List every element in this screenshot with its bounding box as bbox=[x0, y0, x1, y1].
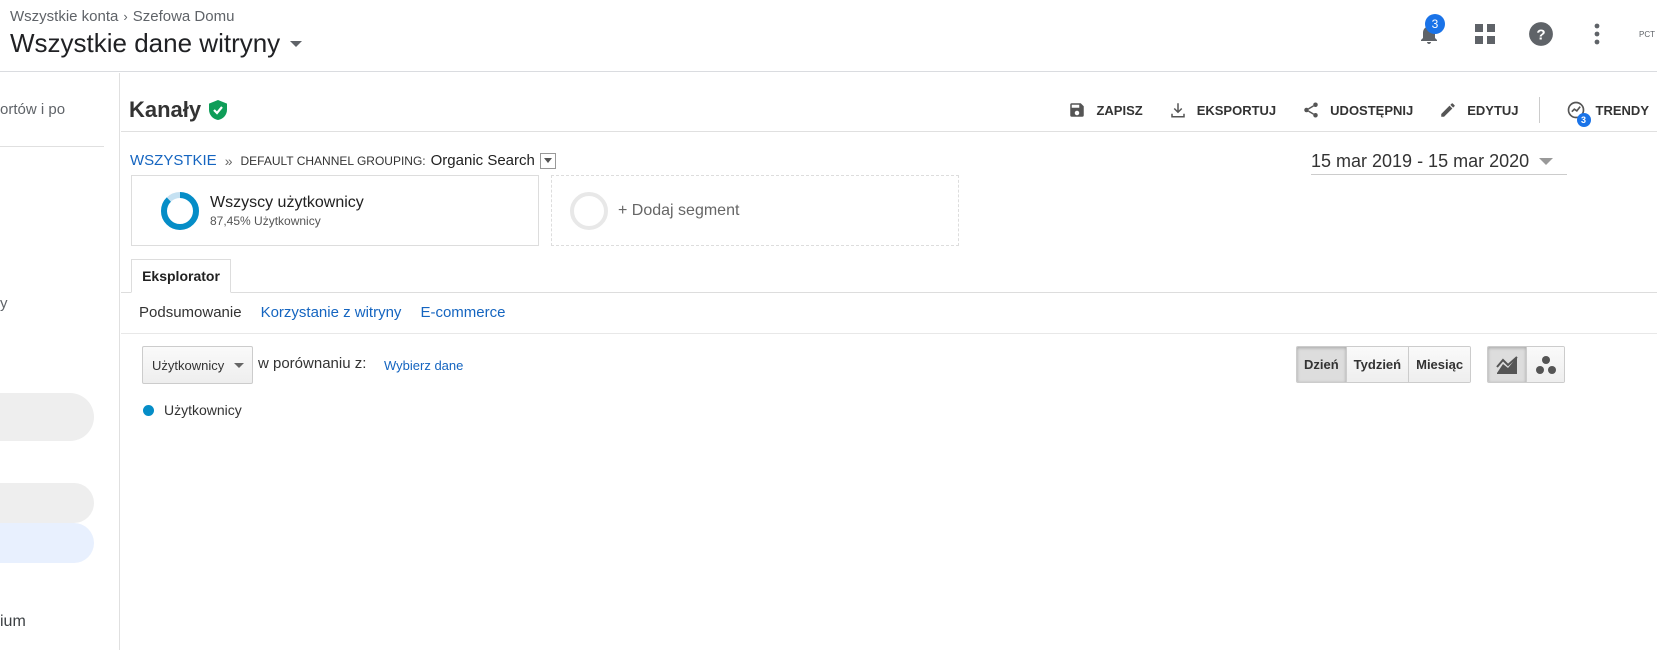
period-day-button[interactable]: Dzień bbox=[1297, 347, 1346, 382]
sidebar-item-partial[interactable]: y bbox=[0, 295, 8, 312]
add-segment-label: + Dodaj segment bbox=[618, 201, 740, 219]
save-button[interactable]: ZAPISZ bbox=[1068, 101, 1143, 119]
share-label: UDOSTĘPNIJ bbox=[1330, 102, 1414, 118]
drill-root-link[interactable]: WSZYSTKIE bbox=[130, 152, 217, 169]
notification-count-badge: 3 bbox=[1425, 14, 1445, 34]
drilldown-breadcrumb: WSZYSTKIE » DEFAULT CHANNEL GROUPING: Or… bbox=[130, 152, 556, 169]
trends-badge: 3 bbox=[1576, 113, 1591, 127]
subtab-ecommerce[interactable]: E-commerce bbox=[420, 304, 505, 321]
line-chart-icon bbox=[1496, 355, 1518, 374]
sidebar-divider bbox=[0, 146, 104, 147]
drill-dimension: DEFAULT CHANNEL GROUPING: bbox=[240, 153, 426, 168]
sidebar: ortów i po y ium bbox=[0, 73, 120, 650]
chevron-right-icon: › bbox=[123, 9, 128, 24]
report-main: Kanały ZAPISZ EKSPORTUJ UDOSTĘPNIJ EDYTU… bbox=[121, 73, 1657, 650]
edit-button[interactable]: EDYTUJ bbox=[1439, 101, 1519, 119]
drill-value: Organic Search bbox=[430, 152, 535, 169]
caret-down-icon bbox=[1539, 158, 1554, 165]
report-title: Kanały bbox=[129, 97, 228, 123]
top-header: Wszystkie konta › Szefowa Domu Wszystkie… bbox=[0, 0, 1657, 72]
more-options-button[interactable] bbox=[1577, 14, 1617, 54]
toolbar-divider bbox=[1538, 97, 1540, 123]
help-icon: ? bbox=[1529, 22, 1553, 46]
caret-down-icon bbox=[234, 363, 244, 368]
chart-type-toggle bbox=[1487, 346, 1565, 383]
apps-grid-icon bbox=[1475, 24, 1495, 44]
share-button[interactable]: UDOSTĘPNIJ bbox=[1302, 101, 1413, 119]
account-breadcrumb: Wszystkie konta › Szefowa Domu bbox=[10, 8, 234, 25]
period-toggle: Dzień Tydzień Miesiąc bbox=[1296, 346, 1472, 383]
compare-metric-link[interactable]: Wybierz dane bbox=[384, 358, 463, 373]
save-icon bbox=[1070, 103, 1085, 117]
more-vert-icon bbox=[1594, 23, 1600, 45]
sidebar-item-highlight[interactable] bbox=[0, 483, 94, 523]
metric-selector[interactable]: Użytkownicy bbox=[142, 346, 253, 384]
metric-selector-value: Użytkownicy bbox=[152, 357, 225, 373]
bubble-chart-icon bbox=[1535, 355, 1556, 374]
svg-text:?: ? bbox=[1536, 26, 1545, 43]
motion-chart-button[interactable] bbox=[1526, 347, 1564, 382]
sidebar-item-premium[interactable]: ium bbox=[0, 613, 26, 631]
date-range-picker[interactable]: 15 mar 2019 - 15 mar 2020 bbox=[1311, 149, 1567, 175]
account-avatar[interactable]: PCT bbox=[1639, 30, 1657, 39]
sidebar-item-highlight[interactable] bbox=[0, 393, 94, 441]
pencil-icon bbox=[1441, 103, 1455, 117]
period-week-button[interactable]: Tydzień bbox=[1345, 347, 1409, 382]
report-title-text: Kanały bbox=[129, 97, 202, 122]
breadcrumb-account[interactable]: Szefowa Domu bbox=[133, 8, 235, 25]
divider bbox=[121, 333, 1657, 334]
segment-donut-icon bbox=[161, 191, 199, 230]
help-button[interactable]: ? bbox=[1521, 14, 1561, 54]
chart-legend: Użytkownicy bbox=[143, 402, 242, 418]
property-selector[interactable]: Wszystkie dane witryny bbox=[10, 28, 303, 59]
compare-label: w porównaniu z: bbox=[258, 355, 367, 372]
legend-label: Użytkownicy bbox=[164, 402, 242, 418]
notifications-button[interactable]: 3 bbox=[1409, 14, 1449, 54]
tab-explorer[interactable]: Eksplorator bbox=[131, 259, 231, 293]
period-month-button[interactable]: Miesiąc bbox=[1408, 347, 1471, 382]
date-range-text: 15 mar 2019 - 15 mar 2020 bbox=[1311, 151, 1530, 171]
drill-dropdown-button[interactable] bbox=[539, 152, 556, 169]
sidebar-item-reports[interactable]: ortów i po bbox=[0, 101, 65, 118]
save-label: ZAPISZ bbox=[1096, 102, 1143, 118]
drill-separator: » bbox=[224, 152, 233, 169]
breadcrumb-accounts[interactable]: Wszystkie konta bbox=[10, 8, 118, 25]
subtab-site-usage[interactable]: Korzystanie z witryny bbox=[261, 304, 402, 321]
subtab-summary[interactable]: Podsumowanie bbox=[139, 304, 242, 321]
caret-down-icon bbox=[290, 40, 303, 47]
sidebar-item-active[interactable] bbox=[0, 523, 94, 563]
verified-shield-icon bbox=[209, 100, 228, 120]
divider bbox=[121, 131, 1657, 132]
tab-divider bbox=[121, 292, 1657, 293]
report-toolbar: ZAPISZ EKSPORTUJ UDOSTĘPNIJ EDYTUJ 3 TRE… bbox=[1042, 97, 1649, 127]
property-title: Wszystkie dane witryny bbox=[10, 28, 281, 58]
download-icon bbox=[1170, 103, 1185, 118]
export-label: EKSPORTUJ bbox=[1196, 102, 1277, 118]
share-icon bbox=[1304, 102, 1318, 118]
legend-dot bbox=[143, 404, 154, 416]
add-segment-button[interactable]: + Dodaj segment bbox=[551, 175, 959, 246]
header-actions: 3 ? PCT bbox=[1393, 14, 1657, 54]
caret-down-icon bbox=[543, 158, 552, 163]
segment-name: Wszyscy użytkownicy bbox=[210, 193, 364, 211]
trends-button[interactable]: 3 TRENDY bbox=[1566, 100, 1649, 127]
export-button[interactable]: EKSPORTUJ bbox=[1169, 101, 1276, 119]
apps-button[interactable] bbox=[1465, 14, 1505, 54]
explorer-subtabs: Podsumowanie Korzystanie z witryny E-com… bbox=[139, 304, 524, 321]
segment-info: Wszyscy użytkownicy 87,45% Użytkownicy bbox=[210, 194, 364, 228]
trends-label: TRENDY bbox=[1595, 102, 1649, 118]
users-line-chart: 200400kwiecień 2019maj 2019czerwiec 2019… bbox=[121, 418, 1657, 650]
empty-segment-icon bbox=[570, 191, 608, 230]
edit-label: EDYTUJ bbox=[1467, 102, 1519, 118]
segment-percent: 87,45% Użytkownicy bbox=[210, 213, 321, 228]
line-chart-button[interactable] bbox=[1488, 347, 1526, 382]
segment-card[interactable]: Wszyscy użytkownicy 87,45% Użytkownicy bbox=[131, 175, 539, 246]
